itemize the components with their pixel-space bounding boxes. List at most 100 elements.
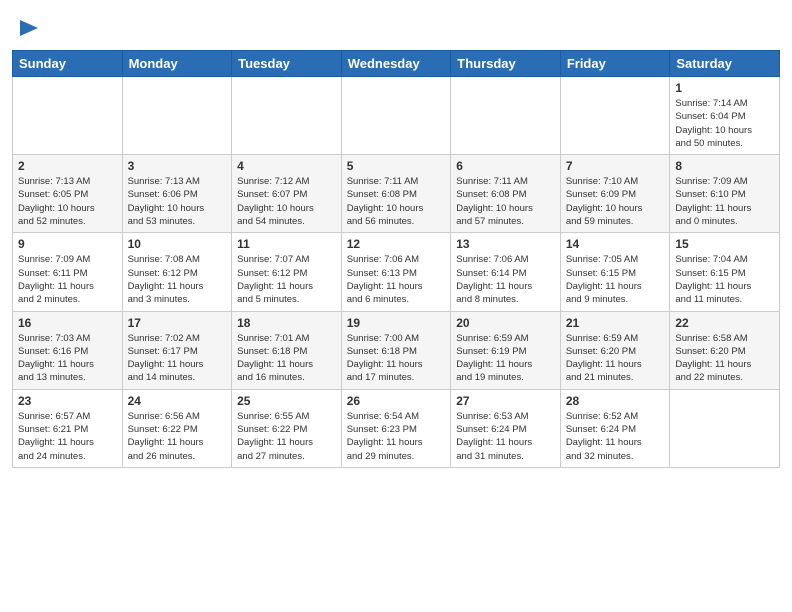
day-number: 26 (347, 394, 446, 408)
day-info: Sunrise: 7:02 AM Sunset: 6:17 PM Dayligh… (128, 332, 227, 385)
day-number: 5 (347, 159, 446, 173)
day-number: 25 (237, 394, 336, 408)
day-number: 22 (675, 316, 774, 330)
day-number: 27 (456, 394, 555, 408)
col-header-sunday: Sunday (13, 51, 123, 77)
day-cell: 15 Sunrise: 7:04 AM Sunset: 6:15 PM Dayli… (670, 233, 780, 311)
day-number: 6 (456, 159, 555, 173)
day-cell: 17 Sunrise: 7:02 AM Sunset: 6:17 PM Dayli… (122, 311, 232, 389)
day-number: 1 (675, 81, 774, 95)
day-cell: 12 Sunrise: 7:06 AM Sunset: 6:13 PM Dayli… (341, 233, 451, 311)
day-info: Sunrise: 6:52 AM Sunset: 6:24 PM Dayligh… (566, 410, 665, 463)
day-info: Sunrise: 7:10 AM Sunset: 6:09 PM Dayligh… (566, 175, 665, 228)
day-info: Sunrise: 7:07 AM Sunset: 6:12 PM Dayligh… (237, 253, 336, 306)
week-row-3: 16Sunrise: 7:03 AM Sunset: 6:16 PM Dayli… (13, 311, 780, 389)
day-info: Sunrise: 6:53 AM Sunset: 6:24 PM Dayligh… (456, 410, 555, 463)
day-cell: 19 Sunrise: 7:00 AM Sunset: 6:18 PM Dayli… (341, 311, 451, 389)
day-info: Sunrise: 6:56 AM Sunset: 6:22 PM Dayligh… (128, 410, 227, 463)
day-info: Sunrise: 7:14 AM Sunset: 6:04 PM Dayligh… (675, 97, 774, 150)
week-row-0: 1 Sunrise: 7:14 AM Sunset: 6:04 PM Daylig… (13, 77, 780, 155)
day-info: Sunrise: 6:55 AM Sunset: 6:22 PM Dayligh… (237, 410, 336, 463)
day-info: Sunrise: 6:59 AM Sunset: 6:20 PM Dayligh… (566, 332, 665, 385)
day-info: Sunrise: 7:08 AM Sunset: 6:12 PM Dayligh… (128, 253, 227, 306)
header-row: SundayMondayTuesdayWednesdayThursdayFrid… (13, 51, 780, 77)
day-info: Sunrise: 7:13 AM Sunset: 6:06 PM Dayligh… (128, 175, 227, 228)
day-cell (341, 77, 451, 155)
day-number: 24 (128, 394, 227, 408)
day-cell: 23 Sunrise: 6:57 AM Sunset: 6:21 PM Dayli… (13, 389, 123, 467)
day-number: 18 (237, 316, 336, 330)
day-cell (13, 77, 123, 155)
col-header-monday: Monday (122, 51, 232, 77)
col-header-friday: Friday (560, 51, 670, 77)
day-number: 9 (18, 237, 117, 251)
day-cell (122, 77, 232, 155)
day-cell: 21 Sunrise: 6:59 AM Sunset: 6:20 PM Dayli… (560, 311, 670, 389)
day-cell: 3 Sunrise: 7:13 AM Sunset: 6:06 PM Daylig… (122, 155, 232, 233)
day-cell: 25 Sunrise: 6:55 AM Sunset: 6:22 PM Dayli… (232, 389, 342, 467)
day-info: Sunrise: 7:06 AM Sunset: 6:14 PM Dayligh… (456, 253, 555, 306)
day-number: 3 (128, 159, 227, 173)
col-header-tuesday: Tuesday (232, 51, 342, 77)
day-cell: 27 Sunrise: 6:53 AM Sunset: 6:24 PM Dayli… (451, 389, 561, 467)
day-info: Sunrise: 7:00 AM Sunset: 6:18 PM Dayligh… (347, 332, 446, 385)
day-cell: 14 Sunrise: 7:05 AM Sunset: 6:15 PM Dayli… (560, 233, 670, 311)
day-number: 4 (237, 159, 336, 173)
day-cell: 6 Sunrise: 7:11 AM Sunset: 6:08 PM Daylig… (451, 155, 561, 233)
day-cell: 10 Sunrise: 7:08 AM Sunset: 6:12 PM Dayli… (122, 233, 232, 311)
day-number: 13 (456, 237, 555, 251)
calendar-header: SundayMondayTuesdayWednesdayThursdayFrid… (13, 51, 780, 77)
day-number: 20 (456, 316, 555, 330)
day-cell: 7 Sunrise: 7:10 AM Sunset: 6:09 PM Daylig… (560, 155, 670, 233)
day-cell: 13 Sunrise: 7:06 AM Sunset: 6:14 PM Dayli… (451, 233, 561, 311)
day-info: Sunrise: 7:04 AM Sunset: 6:15 PM Dayligh… (675, 253, 774, 306)
header (12, 10, 780, 42)
day-number: 21 (566, 316, 665, 330)
day-number: 19 (347, 316, 446, 330)
day-cell: 8 Sunrise: 7:09 AM Sunset: 6:10 PM Daylig… (670, 155, 780, 233)
day-cell: 5Sunrise: 7:11 AM Sunset: 6:08 PM Daylig… (341, 155, 451, 233)
day-cell: 26 Sunrise: 6:54 AM Sunset: 6:23 PM Dayli… (341, 389, 451, 467)
day-info: Sunrise: 6:54 AM Sunset: 6:23 PM Dayligh… (347, 410, 446, 463)
day-cell: 11 Sunrise: 7:07 AM Sunset: 6:12 PM Dayli… (232, 233, 342, 311)
day-number: 8 (675, 159, 774, 173)
day-number: 17 (128, 316, 227, 330)
day-cell: 9 Sunrise: 7:09 AM Sunset: 6:11 PM Daylig… (13, 233, 123, 311)
day-number: 28 (566, 394, 665, 408)
week-row-4: 23 Sunrise: 6:57 AM Sunset: 6:21 PM Dayli… (13, 389, 780, 467)
day-cell: 1 Sunrise: 7:14 AM Sunset: 6:04 PM Daylig… (670, 77, 780, 155)
day-cell: 2Sunrise: 7:13 AM Sunset: 6:05 PM Daylig… (13, 155, 123, 233)
day-info: Sunrise: 7:05 AM Sunset: 6:15 PM Dayligh… (566, 253, 665, 306)
day-info: Sunrise: 6:59 AM Sunset: 6:19 PM Dayligh… (456, 332, 555, 385)
day-number: 7 (566, 159, 665, 173)
day-info: Sunrise: 7:11 AM Sunset: 6:08 PM Dayligh… (456, 175, 555, 228)
day-number: 10 (128, 237, 227, 251)
calendar-table: SundayMondayTuesdayWednesdayThursdayFrid… (12, 50, 780, 468)
day-info: Sunrise: 6:57 AM Sunset: 6:21 PM Dayligh… (18, 410, 117, 463)
day-info: Sunrise: 7:03 AM Sunset: 6:16 PM Dayligh… (18, 332, 117, 385)
day-cell (560, 77, 670, 155)
day-info: Sunrise: 7:09 AM Sunset: 6:11 PM Dayligh… (18, 253, 117, 306)
day-number: 14 (566, 237, 665, 251)
day-info: Sunrise: 7:09 AM Sunset: 6:10 PM Dayligh… (675, 175, 774, 228)
week-row-1: 2Sunrise: 7:13 AM Sunset: 6:05 PM Daylig… (13, 155, 780, 233)
col-header-wednesday: Wednesday (341, 51, 451, 77)
day-info: Sunrise: 7:01 AM Sunset: 6:18 PM Dayligh… (237, 332, 336, 385)
day-info: Sunrise: 6:58 AM Sunset: 6:20 PM Dayligh… (675, 332, 774, 385)
day-number: 12 (347, 237, 446, 251)
day-number: 23 (18, 394, 117, 408)
day-info: Sunrise: 7:12 AM Sunset: 6:07 PM Dayligh… (237, 175, 336, 228)
day-cell (232, 77, 342, 155)
day-number: 2 (18, 159, 117, 173)
day-info: Sunrise: 7:06 AM Sunset: 6:13 PM Dayligh… (347, 253, 446, 306)
day-number: 11 (237, 237, 336, 251)
logo (12, 14, 42, 42)
day-cell: 18 Sunrise: 7:01 AM Sunset: 6:18 PM Dayli… (232, 311, 342, 389)
col-header-thursday: Thursday (451, 51, 561, 77)
day-cell: 24 Sunrise: 6:56 AM Sunset: 6:22 PM Dayli… (122, 389, 232, 467)
logo-icon (14, 14, 42, 42)
day-cell (670, 389, 780, 467)
day-cell: 4 Sunrise: 7:12 AM Sunset: 6:07 PM Daylig… (232, 155, 342, 233)
day-number: 15 (675, 237, 774, 251)
col-header-saturday: Saturday (670, 51, 780, 77)
